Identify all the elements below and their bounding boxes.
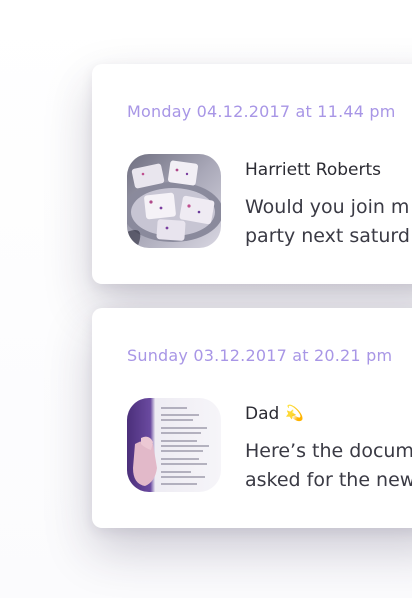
message-preview: Would you join m party next saturd [245,193,412,251]
message-feed: Monday 04.12.2017 at 11.44 pm Harriett R… [0,0,412,598]
message-card[interactable]: Monday 04.12.2017 at 11.44 pm Harriett R… [92,64,412,284]
message-line-1: Here’s the docum [245,440,412,462]
sender-name-text: Harriett Roberts [245,160,382,180]
message-date: Sunday 03.12.2017 at 20.21 pm [127,346,393,365]
message-line-2: asked for the new [245,469,412,491]
sender-name-text: Dad [245,404,280,424]
message-preview: Here’s the docum asked for the new [245,437,412,495]
cake-thumbnail[interactable] [127,154,221,248]
sparkle-emoji-icon: 💫 [285,404,304,422]
message-date: Monday 04.12.2017 at 11.44 pm [127,102,396,121]
cake-photo-image [127,154,221,248]
sender-name: Harriett Roberts [245,160,381,180]
message-line-1: Would you join m [245,196,410,218]
message-line-2: party next saturd [245,225,410,247]
document-thumbnail[interactable] [127,398,221,492]
sender-name: Dad 💫 [245,404,304,424]
document-photo-image [127,398,221,492]
message-card[interactable]: Sunday 03.12.2017 at 20.21 pm Dad 💫 Here… [92,308,412,528]
